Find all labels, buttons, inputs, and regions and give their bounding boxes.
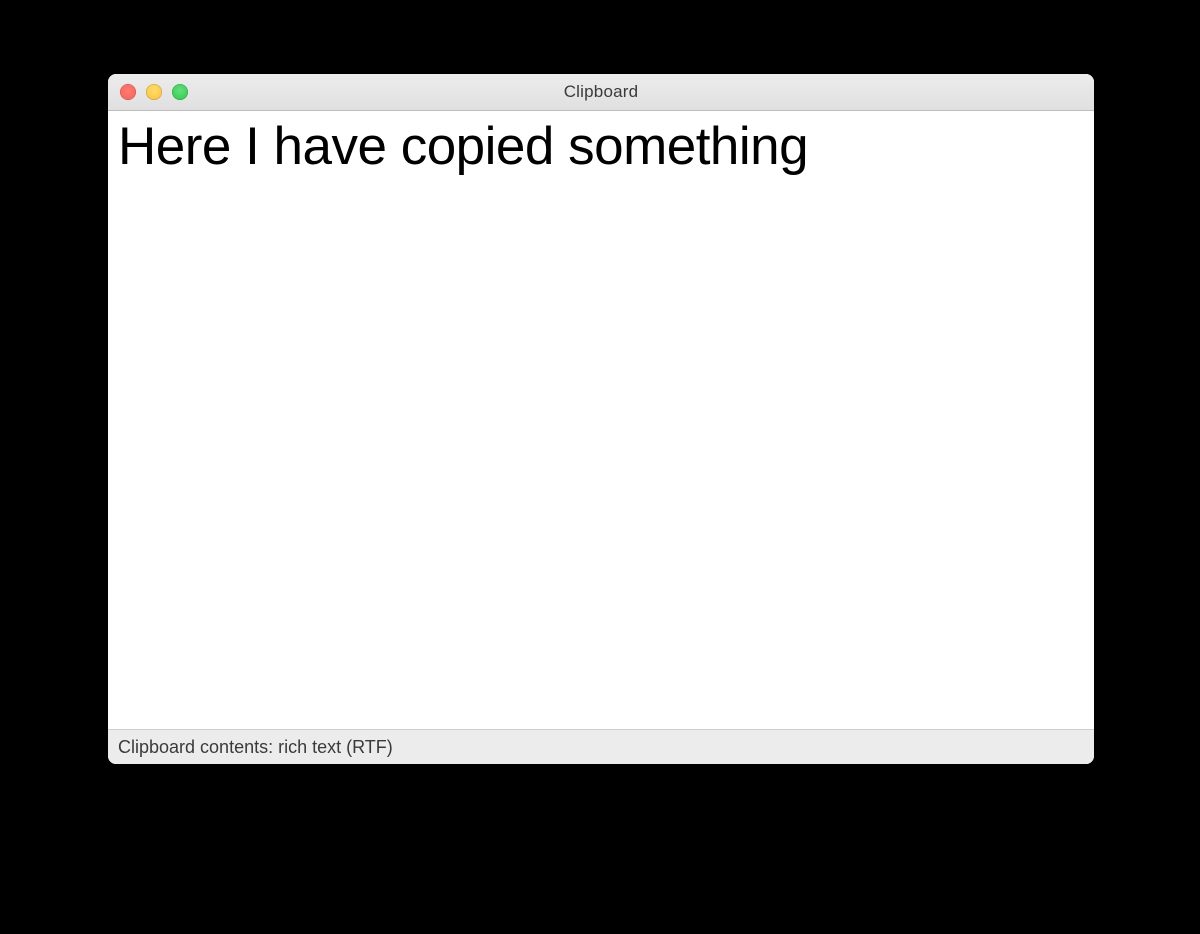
status-label: Clipboard contents: rich text (RTF): [118, 737, 393, 758]
status-bar: Clipboard contents: rich text (RTF): [108, 729, 1094, 764]
traffic-lights: [120, 84, 188, 100]
window-title: Clipboard: [564, 82, 639, 102]
titlebar[interactable]: Clipboard: [108, 74, 1094, 111]
zoom-icon[interactable]: [172, 84, 188, 100]
minimize-icon[interactable]: [146, 84, 162, 100]
clipboard-content-area[interactable]: Here I have copied something: [108, 111, 1094, 729]
close-icon[interactable]: [120, 84, 136, 100]
clipboard-window: Clipboard Here I have copied something C…: [108, 74, 1094, 764]
clipboard-text: Here I have copied something: [118, 117, 1084, 176]
